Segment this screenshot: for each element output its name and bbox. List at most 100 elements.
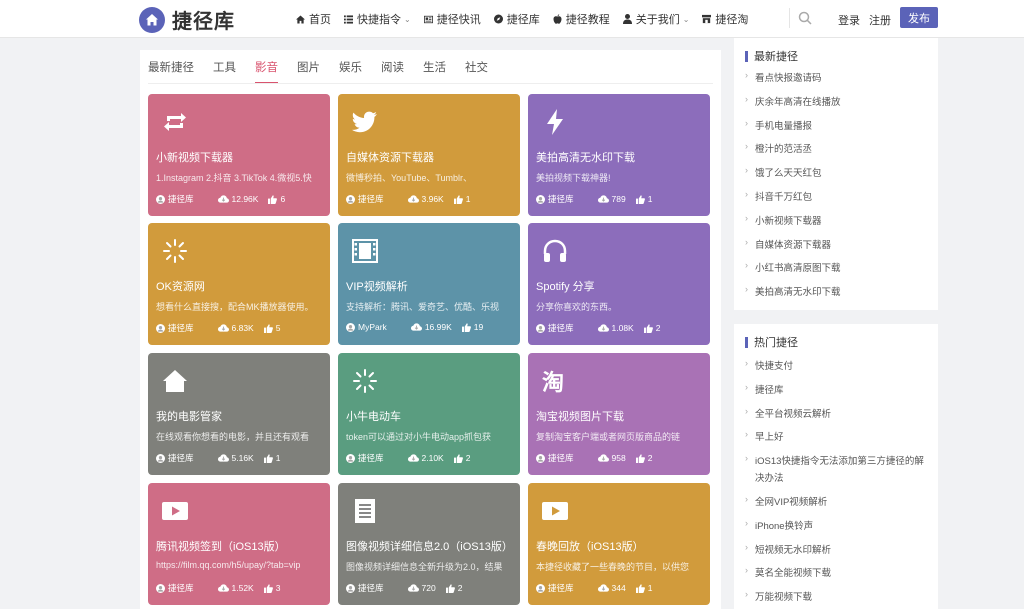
sidebar-link[interactable]: › 莫名全能视频下载: [745, 565, 831, 579]
card-likes[interactable]: 2: [453, 453, 470, 463]
chevron-right-icon: ›: [745, 429, 748, 440]
card-views: 2.10K: [407, 453, 444, 463]
card-likes[interactable]: 2: [445, 583, 462, 593]
nav-library[interactable]: 捷径库: [493, 11, 540, 27]
sidebar-link[interactable]: › 全网VIP视频解析: [745, 494, 827, 508]
card-likes[interactable]: 1: [453, 194, 470, 204]
sidebar-link[interactable]: › 小红书高清原图下载: [745, 260, 841, 274]
card-likes[interactable]: 2: [643, 323, 660, 333]
shortcut-card[interactable]: 图像视频详细信息2.0（iOS13版） 图像视频详细信息全新升级为2.0，结果 捷径…: [338, 483, 520, 605]
sidebar-link-label: 美拍高清无水印下载: [755, 287, 841, 299]
card-author[interactable]: 捷径库: [346, 452, 384, 464]
tab-media[interactable]: 影音: [255, 60, 278, 84]
card-likes[interactable]: 1: [635, 194, 652, 204]
card-title[interactable]: 春晚回放（iOS13版）: [536, 538, 644, 554]
card-author[interactable]: 捷径库: [536, 193, 574, 205]
tab-entertainment[interactable]: 娱乐: [339, 60, 362, 84]
news-icon: [423, 15, 433, 24]
sidebar-link[interactable]: › 自媒体资源下载器: [745, 237, 831, 251]
sidebar-link[interactable]: › 全平台视频云解析: [745, 406, 831, 420]
nav-home[interactable]: 首页: [296, 11, 331, 27]
shortcut-card[interactable]: 小新视频下载器 1.Instagram 2.抖音 3.TikTok 4.微视5.快…: [148, 94, 330, 216]
shortcut-card[interactable]: 淘淘宝视频图片下载 复制淘宝客户端或者网页版商品的链 捷径库 958 2: [528, 353, 710, 475]
sidebar-latest-title: 最新捷径: [745, 48, 798, 64]
card-title[interactable]: 小牛电动车: [346, 408, 401, 424]
card-author[interactable]: 捷径库: [156, 193, 194, 205]
card-author[interactable]: 捷径库: [156, 452, 194, 464]
card-author[interactable]: 捷径库: [156, 322, 194, 334]
card-title[interactable]: 美拍高清无水印下载: [536, 149, 635, 165]
card-views: 6.83K: [217, 323, 254, 333]
tab-latest[interactable]: 最新捷径: [148, 60, 194, 84]
sidebar-link[interactable]: › 看点快报邀请码: [745, 70, 822, 84]
card-title[interactable]: 腾讯视频签到（iOS13版）: [156, 538, 286, 554]
shortcut-card[interactable]: 我的电影管家 在线观看你想看的电影，并且还有观看 捷径库 5.16K 1: [148, 353, 330, 475]
tab-tools[interactable]: 工具: [213, 60, 236, 84]
card-author[interactable]: 捷径库: [346, 193, 384, 205]
card-title[interactable]: Spotify 分享: [536, 278, 595, 294]
card-likes[interactable]: 2: [635, 453, 652, 463]
nav-news[interactable]: 捷径快讯: [423, 11, 481, 27]
sidebar-link[interactable]: › 短视频无水印解析: [745, 542, 831, 556]
card-likes[interactable]: 3: [263, 583, 280, 593]
tab-reading[interactable]: 阅读: [381, 60, 404, 84]
card-author[interactable]: 捷径库: [536, 452, 574, 464]
search-icon[interactable]: [798, 11, 814, 27]
sidebar-link[interactable]: › 捷径库: [745, 382, 784, 396]
cloud-download-icon: [217, 584, 232, 592]
avatar-icon: [156, 453, 168, 463]
sidebar-link[interactable]: › 小新视频下载器: [745, 213, 822, 227]
card-title[interactable]: 我的电影管家: [156, 408, 222, 424]
card-views: 12.96K: [217, 194, 259, 204]
card-views-count: 12.96K: [231, 194, 259, 204]
card-title[interactable]: 图像视频详细信息2.0（iOS13版）: [346, 538, 513, 554]
card-author[interactable]: 捷径库: [156, 582, 194, 594]
sidebar-link[interactable]: › 手机电量播报: [745, 118, 812, 132]
tab-images[interactable]: 图片: [297, 60, 320, 84]
shortcut-card[interactable]: 自媒体资源下载器 微博秒拍、YouTube、Tumblr、 捷径库 3.96K 1: [338, 94, 520, 216]
login-link[interactable]: 登录: [838, 12, 860, 28]
card-author[interactable]: 捷径库: [346, 582, 384, 594]
card-author[interactable]: 捷径库: [536, 322, 574, 334]
card-title[interactable]: 小新视频下载器: [156, 149, 233, 165]
card-likes[interactable]: 5: [263, 323, 280, 333]
shortcut-card[interactable]: 春晚回放（iOS13版） 本捷径收藏了一些春晚的节目，以供您 捷径库 344 1: [528, 483, 710, 605]
cloud-download-icon: [407, 195, 422, 203]
site-logo[interactable]: 捷径库: [139, 5, 235, 34]
sidebar-link[interactable]: › 早上好: [745, 429, 784, 443]
card-title[interactable]: OK资源网: [156, 278, 205, 294]
shortcut-card[interactable]: Spotify 分享 分享你喜欢的东西。 捷径库 1.08K 2: [528, 223, 710, 345]
publish-button[interactable]: 发布: [900, 7, 938, 28]
sidebar-link[interactable]: › 抖音千万红包: [745, 189, 812, 203]
nav-shortcuts[interactable]: 快捷指令 ⌄: [344, 11, 411, 27]
card-likes[interactable]: 1: [635, 583, 652, 593]
card-likes[interactable]: 6: [268, 194, 285, 204]
sidebar-link[interactable]: › 万能视频下载: [745, 589, 812, 603]
card-likes[interactable]: 19: [461, 322, 483, 332]
card-title[interactable]: VIP视频解析: [346, 278, 408, 294]
card-title[interactable]: 自媒体资源下载器: [346, 149, 434, 165]
sidebar-link[interactable]: › iPhone换铃声: [745, 518, 813, 532]
sidebar-link[interactable]: › 美拍高清无水印下载: [745, 284, 841, 298]
card-likes[interactable]: 1: [263, 453, 280, 463]
sidebar-link[interactable]: › iOS13快捷指令无法添加第三方捷径的解决办法: [745, 453, 929, 487]
sidebar-link[interactable]: › 庆余年高清在线播放: [745, 94, 841, 108]
shortcut-card[interactable]: 小牛电动车 token可以通过对小牛电动app抓包获 捷径库 2.10K 2: [338, 353, 520, 475]
nav-tutorials[interactable]: 捷径教程: [553, 11, 610, 27]
tab-social[interactable]: 社交: [465, 60, 488, 84]
card-title[interactable]: 淘宝视频图片下载: [536, 408, 624, 424]
shortcut-card[interactable]: VIP视频解析 支持解析：腾讯、爱奇艺、优酷、乐视 MyPark 16.99K 19: [338, 223, 520, 345]
register-link[interactable]: 注册: [869, 12, 891, 28]
sidebar-link[interactable]: › 橙汁的范活丞: [745, 141, 812, 155]
shortcut-card[interactable]: OK资源网 想看什么直接搜，配合MK播放器使用。 捷径库 6.83K 5: [148, 223, 330, 345]
tab-life[interactable]: 生活: [423, 60, 446, 84]
nav-shop[interactable]: 捷径淘: [702, 11, 748, 27]
sidebar-link[interactable]: › 饿了么天天红包: [745, 165, 822, 179]
nav-about[interactable]: 关于我们 ⌄: [622, 11, 689, 27]
card-author[interactable]: 捷径库: [536, 582, 574, 594]
shortcut-card[interactable]: 美拍高清无水印下载 美拍视频下载神器! 捷径库 789 1: [528, 94, 710, 216]
card-author[interactable]: MyPark: [346, 322, 387, 332]
shortcut-card[interactable]: 腾讯视频签到（iOS13版） https://film.qq.com/h5/upa…: [148, 483, 330, 605]
sidebar-link[interactable]: › 快捷支付: [745, 358, 793, 372]
avatar-icon: [346, 194, 358, 204]
